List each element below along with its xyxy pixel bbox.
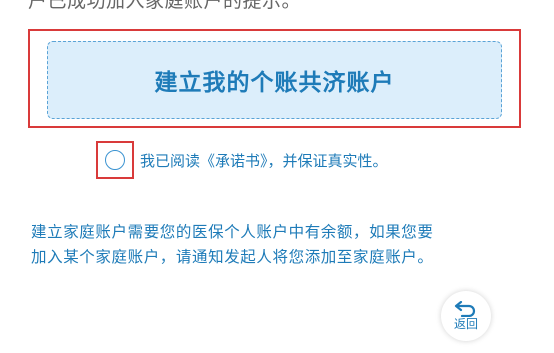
- agreement-radio[interactable]: [105, 150, 125, 170]
- top-partial-text: 户已成功加入家庭账户的提示。: [28, 0, 302, 12]
- page: 户已成功加入家庭账户的提示。 建立我的个账共济账户 我已阅读《承诺书》，并保证真…: [0, 0, 554, 353]
- agreement-radio-highlight: [96, 141, 134, 179]
- notice-line-2: 加入某个家庭账户，请通知发起人将您添加至家庭账户。: [31, 248, 434, 266]
- agreement-row: 我已阅读《承诺书》，并保证真实性。: [96, 141, 388, 179]
- notice-text: 建立家庭账户需要您的医保个人账户中有余额，如果您要 加入某个家庭账户，请通知发起…: [31, 220, 531, 270]
- agreement-text[interactable]: 我已阅读《承诺书》，并保证真实性。: [140, 150, 388, 171]
- create-shared-account-button[interactable]: 建立我的个账共济账户: [47, 41, 502, 119]
- back-button[interactable]: 返回: [441, 291, 491, 341]
- notice-line-1: 建立家庭账户需要您的医保个人账户中有余额，如果您要: [31, 223, 434, 241]
- back-label: 返回: [453, 317, 478, 331]
- return-arrow-icon: [454, 301, 476, 317]
- create-button-highlight: 建立我的个账共济账户: [28, 29, 521, 128]
- create-button-label: 建立我的个账共济账户: [154, 70, 395, 96]
